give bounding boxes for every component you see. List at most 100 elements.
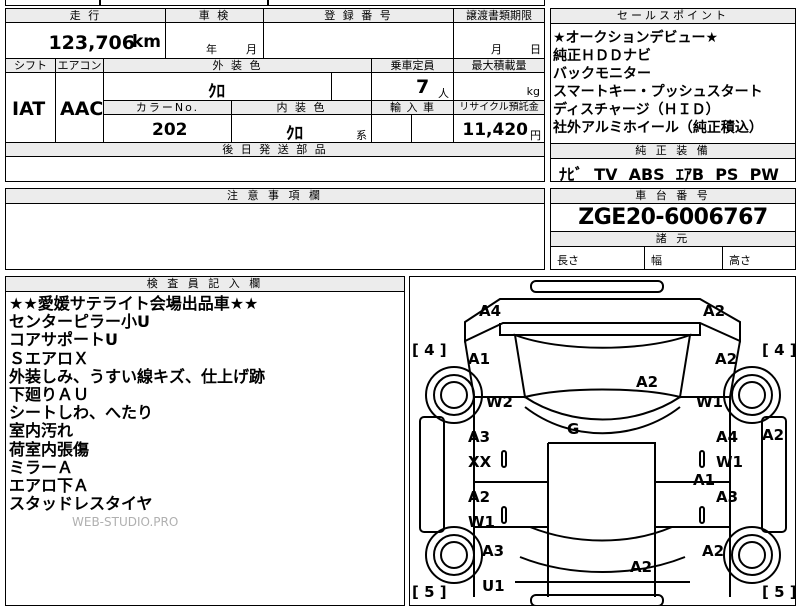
top-cell-3: [268, 0, 545, 6]
length-label: 長さ: [551, 246, 645, 269]
watermark: WEB-STUDIO.PRO: [72, 515, 179, 529]
damage-mark: A2: [702, 542, 724, 560]
inspector-note: 外装しみ、うすい線キズ、仕上げ跡: [9, 366, 266, 386]
dims-row: 長さ 幅 高さ: [551, 246, 795, 269]
sales-point-item: ★オークションデビュー★: [553, 30, 719, 46]
handle-left-1: [501, 450, 507, 468]
mileage-value: 123,706: [48, 32, 135, 54]
sales-point-item: ディスチャージ（ＨＩＤ）: [553, 102, 720, 118]
damage-mark: A1: [468, 350, 490, 368]
inspector-note: エアロ下Ａ: [9, 476, 90, 496]
transfer-month-unit: 月: [491, 43, 502, 56]
recycle-fee-unit: 円: [530, 129, 541, 142]
inspector-note: ＳエアロＸ: [9, 348, 90, 368]
recycle-fee-label: リサイクル預託金: [454, 101, 544, 115]
inspection-label: 車 検: [166, 9, 264, 23]
inspector-note: 下廻りＡＵ: [9, 385, 90, 405]
sales-points-list: ★オークションデビュー★ 純正ＨＤＤナビ バックモニター スマートキー・プッシュ…: [553, 29, 763, 137]
damage-mark: A3: [468, 428, 490, 446]
damage-mark: A3: [716, 488, 738, 506]
inspector-box: 検 査 員 記 入 欄 ★★愛媛サテライト会場出品車★★ センターピラー小U コ…: [5, 276, 405, 606]
equipment-item: PS: [715, 165, 739, 184]
damage-mark: W1: [716, 453, 743, 471]
equipment-item: PW: [749, 165, 779, 184]
damage-mark: XX: [468, 453, 492, 471]
max-load-label: 最大積載量: [454, 59, 544, 73]
color-no-value: 202: [152, 120, 188, 140]
import-car-cell-b: [412, 115, 454, 143]
max-load-cell: kg: [454, 73, 544, 101]
max-load-unit: kg: [526, 85, 540, 98]
handle-left-2: [501, 506, 507, 524]
damage-mark: A2: [468, 488, 490, 506]
damage-mark: A2: [762, 426, 784, 444]
capacity-unit: 人: [438, 87, 449, 100]
windshield: [513, 333, 692, 399]
sales-point-item: バックモニター: [553, 66, 651, 82]
color-no-label: カラーNo.: [104, 101, 232, 115]
interior-color-suffix: 系: [356, 129, 367, 142]
transfer-deadline-cell: 月 日: [454, 23, 544, 59]
interior-color-value: ｸﾛ: [286, 124, 303, 144]
interior-color-label: 内 装 色: [232, 101, 372, 115]
chassis-header: 車 台 番 号: [551, 189, 795, 204]
shift-label: シフト: [6, 59, 56, 73]
damage-mark: A2: [715, 350, 737, 368]
sales-point-item: スマートキー・プッシュスタート: [553, 84, 763, 100]
equipment-item: TV: [594, 165, 618, 184]
color-no-cell: 202: [104, 115, 232, 143]
damage-mark: W1: [468, 513, 495, 531]
inspector-note: シートしわ、へたり: [9, 403, 154, 423]
shift-cell: IAT: [6, 73, 56, 143]
bracket-label: [ 5 ]: [412, 583, 447, 601]
aircon-value: AAC: [60, 98, 104, 120]
sales-points-box: セールスポイント ★オークションデビュー★ 純正ＨＤＤナビ バックモニター スマ…: [550, 8, 796, 185]
equipment-item: ｴｱB: [675, 165, 705, 184]
mileage-unit: km: [131, 32, 161, 52]
rear-hatch: [519, 556, 686, 573]
recycle-fee-cell: 11,420 円: [454, 115, 544, 143]
interior-color-cell: ｸﾛ 系: [232, 115, 372, 144]
equipment-item: ABS: [628, 165, 665, 184]
inspector-note: センターピラー小U: [9, 312, 150, 332]
exterior-color-extra: [332, 73, 372, 101]
grade-sheet: 走 行 車 検 登 録 番 号 譲渡書類期限 123,706 km 年 月 月 …: [5, 8, 545, 182]
equipment-list: ﾅﾋﾞ TV ABS ｴｱB PS PW: [559, 161, 779, 185]
inspection-cell: 年 月: [166, 23, 264, 59]
width-label: 幅: [645, 246, 723, 269]
handle-right-1: [699, 450, 705, 468]
rear-window: [529, 526, 673, 542]
import-car-label: 輸 入 車: [372, 101, 454, 115]
sales-points-header: セールスポイント: [551, 9, 795, 24]
aircon-label: エアコン: [56, 59, 104, 73]
inspector-header: 検 査 員 記 入 欄: [6, 277, 404, 292]
chassis-box: 車 台 番 号 ZGE20-6006767 諸 元 長さ 幅 高さ: [550, 188, 796, 270]
aircon-cell: AAC: [56, 73, 104, 143]
damage-mark: A2: [703, 302, 725, 320]
exterior-color-value: ｸﾛ: [208, 82, 225, 102]
mileage-label: 走 行: [6, 9, 166, 23]
equipment-header: 純 正 装 備: [551, 143, 795, 159]
caution-header: 注 意 事 項 欄: [6, 189, 544, 204]
damage-mark: A1: [693, 471, 715, 489]
inspector-note: コアサポートU: [9, 330, 118, 350]
transfer-deadline-label: 譲渡書類期限: [454, 9, 544, 23]
registration-label: 登 録 番 号: [264, 9, 454, 23]
dims-header: 諸 元: [551, 231, 795, 247]
bracket-label: [ 5 ]: [762, 583, 796, 601]
recycle-fee-value: 11,420: [462, 120, 528, 140]
top-partial-strip: [5, 0, 545, 6]
exterior-color-label: 外 装 色: [104, 59, 372, 73]
inspector-note: 室内汚れ: [9, 421, 74, 441]
inspector-note: スタッドレスタイヤ: [9, 494, 153, 514]
damage-mark: A2: [636, 373, 658, 391]
damage-mark: A4: [716, 428, 738, 446]
transfer-day-unit: 日: [530, 43, 541, 56]
damage-mark: W1: [696, 393, 723, 411]
height-label: 高さ: [729, 254, 751, 267]
capacity-cell: 7 人: [372, 73, 454, 101]
damage-mark: A2: [630, 558, 652, 576]
rear-bumper-bar: [530, 594, 664, 605]
capacity-label: 乗車定員: [372, 59, 454, 73]
import-car-cell-a: [372, 115, 412, 143]
